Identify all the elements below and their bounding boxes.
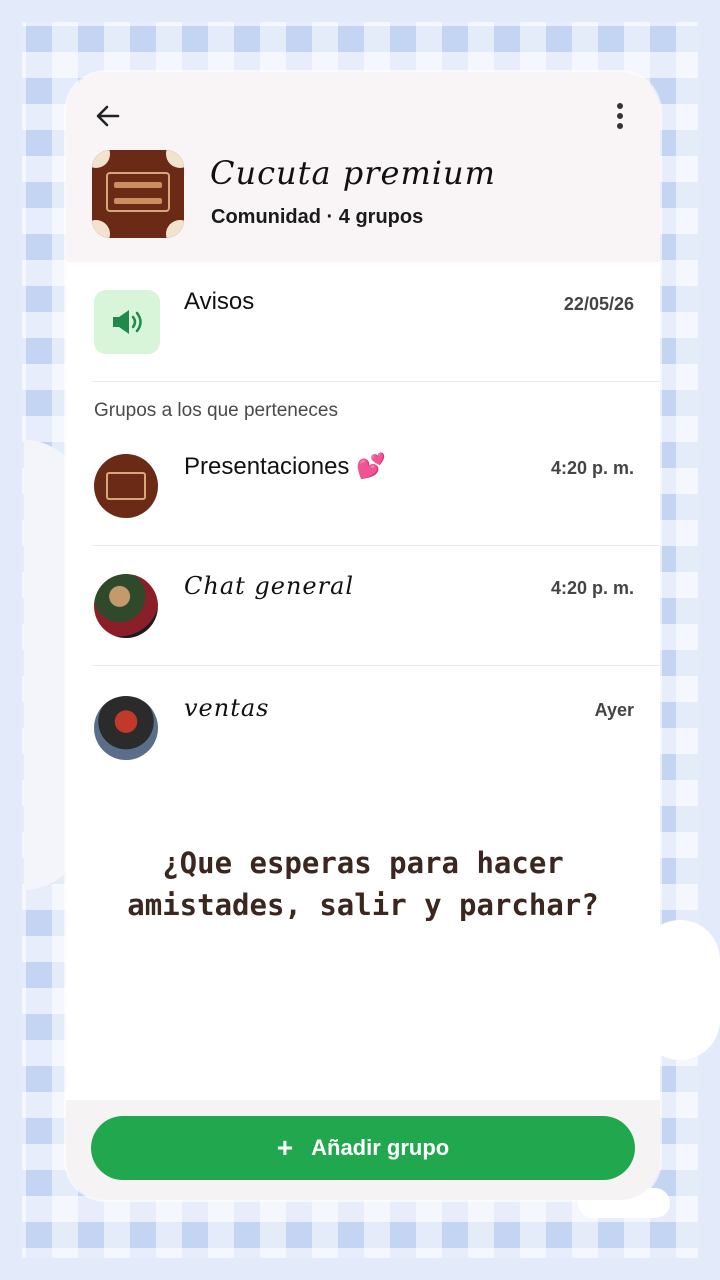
group-avatar (94, 454, 158, 518)
community-avatar[interactable] (92, 150, 184, 238)
group-row-ventas[interactable]: ventas Ayer (66, 668, 660, 788)
community-title: Cucuta premium (210, 154, 496, 192)
group-row-chat-general[interactable]: Chat general 4:20 p. m. (66, 546, 660, 666)
more-vertical-icon (617, 103, 623, 129)
group-avatar (94, 696, 158, 760)
community-screen: Cucuta premium Comunidad · 4 grupos Avis… (66, 72, 660, 1200)
announcements-title: Avisos (184, 288, 255, 315)
group-avatar (94, 574, 158, 638)
group-row-presentaciones[interactable]: Presentaciones 💕 4:20 p. m. (66, 426, 660, 546)
announcements-row[interactable]: Avisos 22/05/26 (66, 262, 660, 382)
group-time: 4:20 p. m. (550, 458, 634, 478)
back-button[interactable] (90, 98, 126, 134)
community-subtitle: Comunidad · 4 grupos (211, 206, 424, 228)
footer: + Añadir grupo (66, 1100, 660, 1200)
announcements-date: 22/05/26 (563, 294, 634, 314)
more-options-button[interactable] (606, 98, 634, 134)
arrow-left-icon (96, 105, 120, 127)
divider (92, 381, 660, 382)
add-group-label: Añadir grupo (311, 1135, 450, 1160)
plus-icon: + (276, 1132, 294, 1163)
section-label: Grupos a los que perteneces (94, 400, 338, 421)
group-time: Ayer (594, 700, 634, 720)
divider (92, 665, 660, 666)
group-title: Chat general (184, 572, 355, 600)
group-time: 4:20 p. m. (550, 578, 634, 598)
announcements-avatar (94, 290, 160, 354)
megaphone-icon (113, 310, 142, 334)
group-title: Presentaciones 💕 (184, 453, 386, 480)
group-title: ventas (184, 694, 270, 722)
promo-text: ¿Que esperas para hacer amistades, salir… (127, 846, 599, 922)
community-header: Cucuta premium Comunidad · 4 grupos (66, 72, 660, 262)
add-group-button[interactable]: + Añadir grupo (91, 1116, 635, 1180)
